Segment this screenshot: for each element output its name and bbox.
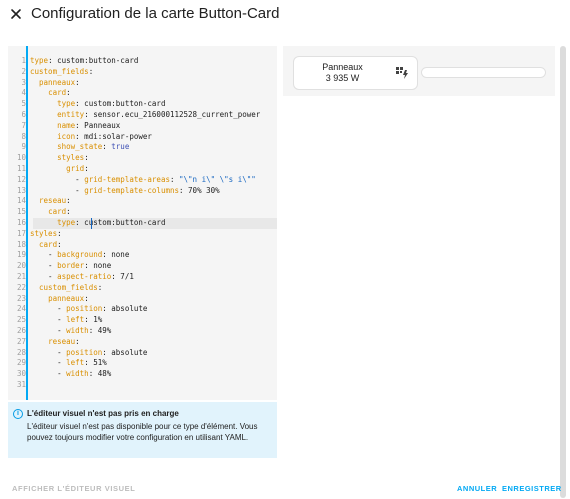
line-number: 25 xyxy=(16,315,26,325)
line-number: 13 xyxy=(16,185,26,195)
code-line[interactable]: type: custom:button-card xyxy=(30,218,165,229)
line-number: 26 xyxy=(16,326,26,335)
line-number: 29 xyxy=(16,358,26,368)
line-number: 17 xyxy=(16,228,26,238)
code-line[interactable]: - grid-template-columns: 70% 30% xyxy=(30,186,220,197)
card-name: Panneaux xyxy=(322,62,363,72)
dialog-header: Configuration de la carte Button-Card xyxy=(0,0,570,30)
line-number: 19 xyxy=(16,250,26,260)
code-line[interactable]: - position: absolute xyxy=(30,348,147,359)
code-line[interactable]: panneaux: xyxy=(30,294,89,305)
code-line[interactable]: card: xyxy=(30,88,71,99)
code-line[interactable]: - aspect-ratio: 7/1 xyxy=(30,272,134,283)
line-number: 8 xyxy=(21,131,26,141)
line-number: 31 xyxy=(16,380,26,389)
code-line[interactable]: - grid-template-areas: "\"n i\" \"s i\"" xyxy=(30,175,256,186)
code-line[interactable]: card: xyxy=(30,207,71,218)
line-number: 27 xyxy=(16,336,26,346)
code-line[interactable]: - position: absolute xyxy=(30,304,147,315)
code-line[interactable]: - left: 1% xyxy=(30,315,102,326)
line-number: 16 xyxy=(16,218,26,227)
line-number: 18 xyxy=(16,239,26,249)
scrollbar[interactable] xyxy=(560,46,566,498)
code-line[interactable]: custom_fields: xyxy=(30,283,102,294)
code-line[interactable]: reseau: xyxy=(30,337,80,348)
editor-focus-bar xyxy=(26,46,28,400)
line-number: 30 xyxy=(16,369,26,379)
save-button[interactable]: ENREGISTRER xyxy=(502,484,562,493)
info-icon: i xyxy=(13,409,23,419)
line-number: 12 xyxy=(16,174,26,184)
code-line[interactable]: custom_fields: xyxy=(30,67,93,78)
code-line[interactable]: - width: 48% xyxy=(30,369,111,380)
code-line[interactable]: styles: xyxy=(30,153,89,164)
code-line[interactable]: - left: 51% xyxy=(30,358,107,369)
line-number: 24 xyxy=(16,304,26,314)
line-number: 11 xyxy=(16,164,26,173)
code-line[interactable]: type: custom:button-card xyxy=(30,99,165,110)
code-line[interactable]: styles: xyxy=(30,229,62,240)
code-line[interactable]: entity: sensor.ecu_216000112528_current_… xyxy=(30,110,260,121)
line-number: 28 xyxy=(16,347,26,357)
dialog-title: Configuration de la carte Button-Card xyxy=(31,5,280,22)
code-line[interactable]: icon: mdi:solar-power xyxy=(30,132,152,143)
code-line[interactable]: name: Panneaux xyxy=(30,121,120,132)
line-number: 20 xyxy=(16,261,26,271)
text-cursor xyxy=(91,218,92,229)
line-number: 21 xyxy=(16,272,26,281)
line-number: 14 xyxy=(16,196,26,206)
card-preview: Panneaux 3 935 W xyxy=(283,46,555,96)
code-line[interactable]: - border: none xyxy=(30,261,111,272)
unsupported-editor-notice: i L'éditeur visuel n'est pas pris en cha… xyxy=(8,402,277,458)
line-number: 5 xyxy=(21,99,26,109)
line-number: 22 xyxy=(16,282,26,292)
reseau-button-card[interactable] xyxy=(421,67,546,78)
cancel-button[interactable]: ANNULER xyxy=(457,484,497,493)
line-number: 9 xyxy=(21,142,26,152)
code-line[interactable]: panneaux: xyxy=(30,78,80,89)
code-line[interactable]: reseau: xyxy=(30,196,71,207)
code-line[interactable]: - width: 49% xyxy=(30,326,111,337)
notice-text: L'éditeur visuel n'est pas disponible po… xyxy=(27,422,258,442)
line-number: 2 xyxy=(21,66,26,76)
panneaux-button-card[interactable]: Panneaux 3 935 W xyxy=(293,56,418,90)
notice-title: L'éditeur visuel n'est pas pris en charg… xyxy=(27,409,179,418)
show-visual-editor-button: AFFICHER L'ÉDITEUR VISUEL xyxy=(12,484,136,493)
code-line[interactable]: show_state: true xyxy=(30,142,129,153)
line-number: 10 xyxy=(16,153,26,163)
line-number: 3 xyxy=(21,77,26,87)
code-line[interactable]: type: custom:button-card xyxy=(30,56,138,67)
solar-power-icon xyxy=(395,66,409,80)
yaml-code-editor[interactable]: 1 2 3 4 5 6 7 8 9 10 11 12 13 14 15 16 17 18 19 20 21 22 23 24 2… xyxy=(8,46,277,400)
line-number: 7 xyxy=(21,120,26,130)
line-number: 15 xyxy=(16,207,26,217)
line-number: 1 xyxy=(21,56,26,65)
code-line[interactable]: grid: xyxy=(30,164,89,175)
line-number: 4 xyxy=(21,88,26,98)
card-state: 3 935 W xyxy=(325,73,360,83)
line-number: 6 xyxy=(21,110,26,119)
code-line[interactable]: - background: none xyxy=(30,250,129,261)
close-icon[interactable] xyxy=(9,7,23,21)
line-number: 23 xyxy=(16,293,26,303)
code-line[interactable]: card: xyxy=(30,240,62,251)
